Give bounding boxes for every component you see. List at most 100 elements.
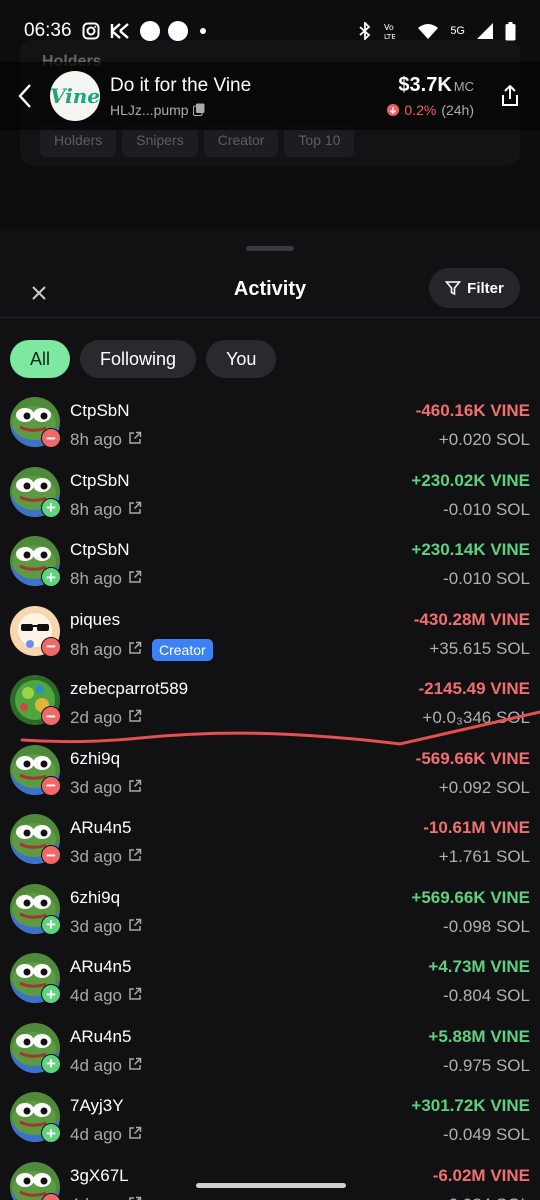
back-button[interactable] [0, 83, 50, 109]
buy-plus-icon: + [41, 914, 61, 935]
notification-dot-icon [139, 21, 160, 41]
external-link-icon[interactable] [128, 986, 142, 1006]
username[interactable]: 6zhi9q [70, 749, 120, 769]
activity-filter-tabs: All Following You [10, 340, 277, 378]
signal-icon [477, 23, 493, 39]
trade-meta: 3d ago [70, 847, 142, 867]
tab-following[interactable]: Following [80, 340, 197, 378]
username[interactable]: piques [70, 610, 120, 630]
filter-button[interactable]: Filter [429, 268, 520, 308]
sheet-header: Activity Filter [0, 266, 540, 316]
trade-time: 3d ago [70, 777, 122, 797]
external-link-icon[interactable] [128, 847, 142, 867]
external-link-icon[interactable] [128, 569, 142, 589]
username[interactable]: CtpSbN [70, 540, 130, 560]
sol-amount: -0.049 SOL [443, 1125, 530, 1144]
svg-text:Vo: Vo [384, 23, 394, 32]
trade-time: 4d ago [70, 986, 122, 1005]
activity-row[interactable]: − zebecparrot589 2d ago -2145.49 VINE +0.0₃3… [0, 671, 540, 741]
market-cap: $3.7K MC 0.2% (24h) [387, 74, 474, 118]
external-link-icon[interactable] [128, 708, 142, 728]
trade-time: 8h ago [70, 430, 122, 449]
copy-icon[interactable] [192, 103, 205, 116]
svg-text:LTE: LTE [384, 33, 396, 40]
activity-row[interactable]: + ARu4n5 4d ago +4.73M VINE -0.804 SOL [0, 949, 540, 1019]
sol-amount: +0.020 SOL [438, 430, 530, 449]
activity-row[interactable]: + ARu4n5 4d ago +5.88M VINE -0.975 SOL [0, 1019, 540, 1089]
sol-amount: +0.092 SOL [438, 777, 530, 797]
activity-row[interactable]: + CtpSbN 8h ago +230.14K VINE -0.010 SOL [0, 532, 540, 602]
price-change-value: 0.2% [404, 102, 437, 118]
sol-amount: -0.010 SOL [443, 569, 530, 588]
username[interactable]: 3gX67L [70, 1166, 129, 1186]
external-link-icon[interactable] [128, 778, 142, 798]
external-link-icon[interactable] [128, 1195, 142, 1200]
trade-time: 3d ago [70, 847, 122, 866]
sol-amount: -0.098 SOL [443, 916, 530, 936]
token-address: HLJz...pump [110, 101, 189, 118]
trade-meta: 3d ago [70, 917, 142, 937]
instagram-icon [82, 22, 100, 40]
activity-row[interactable]: +6zhi9q 3d ago +569.66K VINE -0.098 SOL [0, 880, 540, 950]
external-link-icon[interactable] [128, 917, 142, 937]
buy-plus-icon: + [41, 567, 61, 587]
trade-meta: 3d ago [70, 778, 142, 798]
activity-row[interactable]: − ARu4n5 3d ago -10.61M VINE +1.761 SOL [0, 810, 540, 880]
creator-badge: Creator [152, 638, 213, 661]
activity-row[interactable]: − CtpSbN 8h ago -460.16K VINE +0.020 SOL [0, 393, 540, 463]
activity-row[interactable]: −6zhi9q 3d ago -569.66K VINE +0.092 SOL [0, 741, 540, 811]
trade-meta: 4d ago [70, 1056, 142, 1076]
buy-plus-icon: + [41, 497, 61, 518]
price-change: 0.2% (24h) [387, 102, 474, 118]
header-divider [0, 317, 540, 318]
token-amount: -10.61M VINE [423, 818, 530, 837]
token-amount: -2145.49 VINE [418, 679, 530, 698]
activity-row[interactable]: + CtpSbN 8h ago +230.02K VINE -0.010 SOL [0, 463, 540, 533]
down-arrow-icon [387, 104, 400, 116]
share-button[interactable] [488, 85, 532, 107]
sol-amount: -0.804 SOL [443, 986, 530, 1005]
username[interactable]: ARu4n5 [70, 1027, 131, 1047]
sell-minus-icon: − [41, 706, 61, 726]
tab-you[interactable]: You [206, 340, 277, 378]
sol-amount: -0.010 SOL [443, 499, 530, 519]
username[interactable]: ARu4n5 [70, 957, 131, 977]
token-header: Vine Do it for the Vine HLJz...pump $3.7… [0, 62, 540, 130]
sol-amount: +0.984 SOL [439, 1195, 530, 1200]
token-address-row[interactable]: HLJz...pump [110, 102, 387, 118]
trade-time: 8h ago [70, 569, 122, 588]
activity-row[interactable]: −3gX67L4d ago-6.02M VINE+0.984 SOL [0, 1158, 540, 1200]
sell-minus-icon: − [41, 636, 61, 657]
tab-all[interactable]: All [10, 340, 71, 378]
sol-amount: +1.761 SOL [438, 847, 530, 866]
trade-meta: 8h ago [70, 569, 142, 589]
wifi-icon [418, 24, 439, 39]
chevron-left-icon [18, 84, 31, 108]
token-amount: +301.72K VINE [411, 1096, 530, 1115]
trade-meta: 8h ago [70, 500, 142, 520]
username[interactable]: 7Ayj3Y [70, 1096, 124, 1116]
notification-dot-icon [167, 21, 188, 41]
username[interactable]: ARu4n5 [70, 818, 131, 838]
username[interactable]: 6zhi9q [70, 888, 120, 908]
username[interactable]: CtpSbN [70, 471, 130, 491]
external-link-icon[interactable] [128, 1056, 142, 1076]
more-notifications-icon [199, 28, 206, 34]
token-amount: -569.66K VINE [415, 748, 530, 768]
external-link-icon[interactable] [128, 640, 142, 660]
activity-row[interactable]: − piques 8h ago Creator -430.28M VINE +35.615… [0, 602, 540, 672]
username[interactable]: zebecparrot589 [70, 679, 188, 699]
external-link-icon[interactable] [128, 1125, 142, 1145]
home-indicator[interactable] [196, 1183, 346, 1188]
sheet-drag-handle[interactable] [246, 246, 294, 251]
activity-row[interactable]: +7Ayj3Y 4d ago +301.72K VINE -0.049 SOL [0, 1088, 540, 1158]
trade-time: 4d ago [70, 1125, 122, 1144]
token-amount: -6.02M VINE [432, 1165, 530, 1185]
token-amount: +5.88M VINE [428, 1026, 530, 1046]
external-link-icon[interactable] [128, 430, 142, 450]
username[interactable]: CtpSbN [70, 401, 130, 421]
trade-meta: 8h ago [70, 430, 142, 450]
external-link-icon[interactable] [128, 500, 142, 520]
token-info: Do it for the Vine HLJz...pump [110, 75, 387, 118]
sol-amount: -0.975 SOL [443, 1055, 530, 1075]
